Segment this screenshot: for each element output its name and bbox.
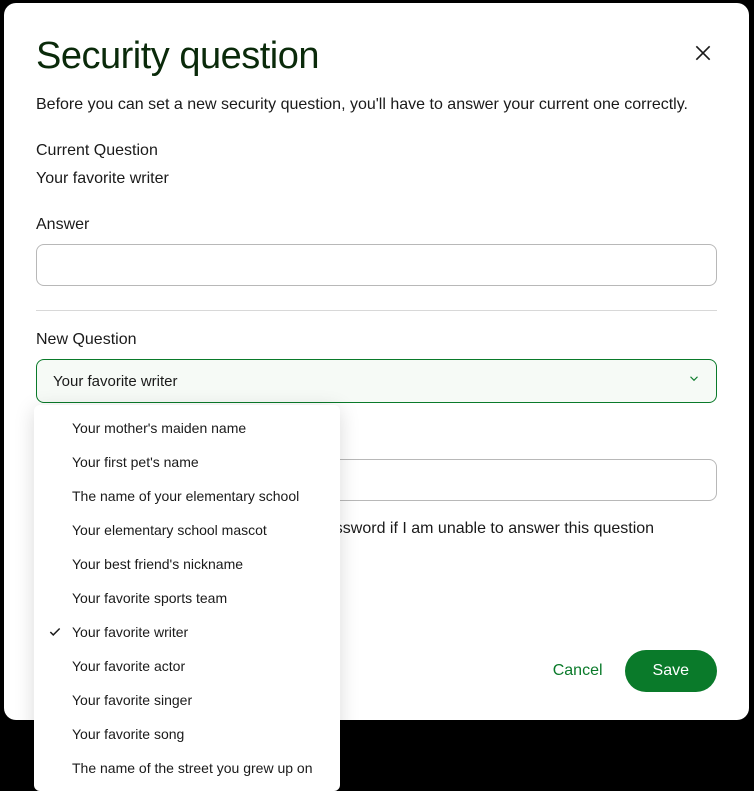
dropdown-option[interactable]: Your first pet's name: [34, 445, 340, 479]
dropdown-option-label: Your first pet's name: [72, 454, 199, 470]
new-question-dropdown[interactable]: Your mother's maiden name Your first pet'…: [34, 405, 340, 791]
dropdown-option-label: Your mother's maiden name: [72, 420, 246, 436]
dropdown-option[interactable]: Your elementary school mascot: [34, 513, 340, 547]
dropdown-option-label: Your elementary school mascot: [72, 522, 267, 538]
check-icon: [48, 625, 72, 639]
dropdown-option-label: Your favorite song: [72, 726, 184, 742]
answer-input[interactable]: [36, 244, 717, 286]
dropdown-option-label: Your favorite writer: [72, 624, 188, 640]
dropdown-option[interactable]: Your favorite singer: [34, 683, 340, 717]
dropdown-option-label: Your best friend's nickname: [72, 556, 243, 572]
dropdown-option-label: The name of your elementary school: [72, 488, 299, 504]
new-question-selected-value: Your favorite writer: [53, 373, 178, 390]
dropdown-option[interactable]: The name of your elementary school: [34, 479, 340, 513]
divider: [36, 310, 717, 311]
dropdown-option[interactable]: Your favorite writer: [34, 615, 340, 649]
dropdown-option[interactable]: Your favorite song: [34, 717, 340, 751]
dropdown-option-label: Your favorite actor: [72, 658, 185, 674]
dropdown-option-label: Your favorite singer: [72, 692, 192, 708]
new-question-select[interactable]: Your favorite writer: [36, 359, 717, 403]
dropdown-option-label: Your favorite sports team: [72, 590, 227, 606]
modal-description: Before you can set a new security questi…: [36, 96, 717, 114]
dropdown-option[interactable]: The name of the street you grew up on: [34, 751, 340, 785]
modal-title: Security question: [36, 35, 717, 78]
new-question-label: New Question: [36, 331, 717, 349]
answer-label: Answer: [36, 216, 717, 234]
close-icon: [693, 51, 713, 66]
close-button[interactable]: [689, 39, 717, 70]
cancel-button[interactable]: Cancel: [545, 652, 611, 690]
dropdown-option[interactable]: Your mother's maiden name: [34, 411, 340, 445]
current-question-label: Current Question: [36, 142, 717, 160]
dropdown-option[interactable]: Your favorite sports team: [34, 581, 340, 615]
dropdown-option[interactable]: Your best friend's nickname: [34, 547, 340, 581]
dropdown-option[interactable]: Your favorite actor: [34, 649, 340, 683]
dropdown-option-label: The name of the street you grew up on: [72, 760, 312, 776]
current-question-value: Your favorite writer: [36, 170, 717, 188]
save-button[interactable]: Save: [625, 650, 717, 692]
